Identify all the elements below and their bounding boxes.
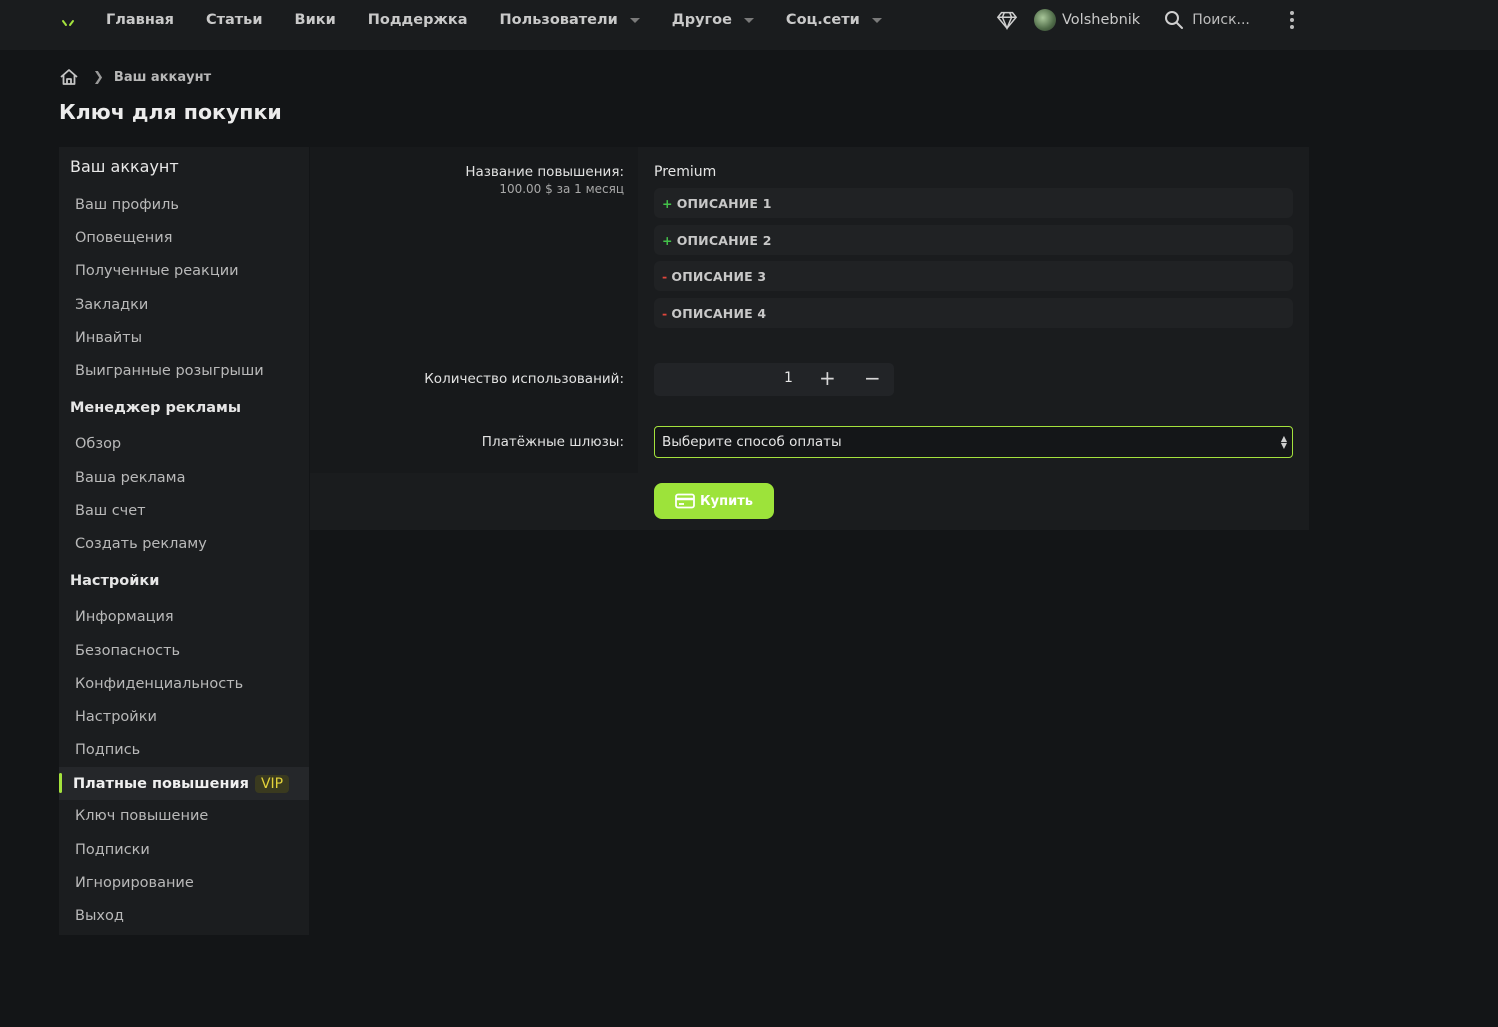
payment-gateway-select[interactable]: Выберите способ оплаты ▲ ▼ [654, 426, 1293, 458]
gateway-selected-value: Выберите способ оплаты [662, 434, 842, 450]
nav-item-home[interactable]: Главная [106, 12, 174, 28]
sidebar-item-privacy[interactable]: Конфиденциальность [75, 676, 243, 692]
credit-card-icon [675, 493, 695, 509]
sidebar-item-create-ad[interactable]: Создать рекламу [75, 536, 207, 552]
breadcrumb-item-account[interactable]: Ваш аккаунт [114, 70, 211, 85]
purchase-form: Название повышения: 100.00 $ за 1 месяц … [310, 147, 1309, 530]
upgrade-price: 100.00 $ за 1 месяц [499, 182, 624, 196]
sidebar-item-info[interactable]: Информация [75, 609, 174, 625]
sidebar-item-alerts[interactable]: Оповещения [75, 230, 172, 246]
sidebar-item-bookmarks[interactable]: Закладки [75, 297, 148, 313]
top-navbar: Главная Статьи Вики Поддержка Пользовате… [0, 0, 1498, 50]
chevron-down-icon [871, 17, 882, 23]
nav-item-support[interactable]: Поддержка [368, 12, 468, 28]
chevron-right-icon: ❯ [93, 69, 104, 85]
more-menu-icon[interactable] [1289, 11, 1295, 29]
chevron-down-icon [743, 17, 754, 23]
breadcrumb: ❯ Ваш аккаунт [59, 68, 211, 86]
search-icon [1165, 11, 1184, 29]
search-label: Поиск... [1192, 12, 1250, 28]
plus-sign: + [662, 195, 673, 211]
site-logo-icon[interactable] [58, 13, 78, 33]
diamond-icon[interactable] [996, 9, 1018, 31]
sidebar-item-preferences[interactable]: Настройки [75, 709, 157, 725]
nav-item-wiki[interactable]: Вики [295, 12, 336, 28]
increment-button[interactable]: + [819, 366, 836, 390]
nav-item-other[interactable]: Другое [672, 12, 754, 28]
gateway-label: Платёжные шлюзы: [481, 434, 624, 450]
sidebar-item-logout[interactable]: Выход [75, 908, 124, 924]
sidebar-item-overview[interactable]: Обзор [75, 436, 121, 452]
sidebar-section-ads: Менеджер рекламы [70, 400, 241, 416]
upgrade-name-value: Premium [654, 164, 717, 180]
sidebar-item-invoice[interactable]: Ваш счет [75, 503, 146, 519]
nav-item-social[interactable]: Соц.сети [786, 12, 882, 28]
sidebar-item-paid-upgrades[interactable]: Платные повышения VIP [59, 767, 309, 800]
main-nav: Главная Статьи Вики Поддержка Пользовате… [106, 0, 914, 40]
nav-item-articles[interactable]: Статьи [206, 12, 263, 28]
sidebar-item-label: Платные повышения [73, 775, 249, 792]
minus-sign: - [662, 305, 668, 321]
user-tools: Volshebnik Поиск... [996, 0, 1250, 40]
sidebar-item-signature[interactable]: Подпись [75, 742, 140, 758]
sidebar-item-reactions[interactable]: Полученные реакции [75, 263, 239, 279]
avatar[interactable] [1034, 9, 1056, 31]
nav-item-users[interactable]: Пользователи [500, 12, 640, 28]
quantity-stepper[interactable]: 1 + − [654, 363, 894, 396]
vip-badge: VIP [254, 774, 290, 793]
sidebar-heading: Ваш аккаунт [70, 157, 179, 176]
search-button[interactable]: Поиск... [1164, 10, 1250, 30]
sidebar-item-profile[interactable]: Ваш профиль [75, 197, 179, 213]
select-arrows-icon: ▲ ▼ [1280, 434, 1287, 450]
sidebar-item-your-ads[interactable]: Ваша реклама [75, 470, 185, 486]
buy-button[interactable]: Купить [654, 483, 774, 519]
sidebar-item-security[interactable]: Безопасность [75, 643, 180, 659]
sidebar-section-settings: Настройки [70, 573, 160, 589]
sidebar-item-giveaways[interactable]: Выигранные розыгрыши [75, 363, 264, 379]
sidebar-item-invites[interactable]: Инвайты [75, 330, 142, 346]
buy-button-label: Купить [700, 493, 753, 509]
uses-label: Количество использований: [424, 371, 624, 387]
upgrade-name-label: Название повышения: [465, 164, 624, 180]
description-item: - ОПИСАНИЕ 3 [654, 261, 1293, 291]
description-item: + ОПИСАНИЕ 2 [654, 225, 1293, 255]
quantity-value[interactable]: 1 [784, 370, 793, 386]
home-icon[interactable] [59, 68, 79, 86]
sidebar-item-upgrade-key[interactable]: Ключ повышение [75, 808, 208, 824]
decrement-button[interactable]: − [864, 366, 881, 390]
account-sidebar: Ваш аккаунт Ваш профиль Оповещения Получ… [59, 147, 309, 935]
sidebar-item-ignoring[interactable]: Игнорирование [75, 875, 194, 891]
username-link[interactable]: Volshebnik [1062, 12, 1140, 28]
plus-sign: + [662, 232, 673, 248]
page-title: Ключ для покупки [59, 100, 282, 124]
description-item: - ОПИСАНИЕ 4 [654, 298, 1293, 328]
chevron-down-icon [629, 17, 640, 23]
sidebar-item-subscriptions[interactable]: Подписки [75, 842, 150, 858]
minus-sign: - [662, 268, 668, 284]
description-item: + ОПИСАНИЕ 1 [654, 188, 1293, 218]
